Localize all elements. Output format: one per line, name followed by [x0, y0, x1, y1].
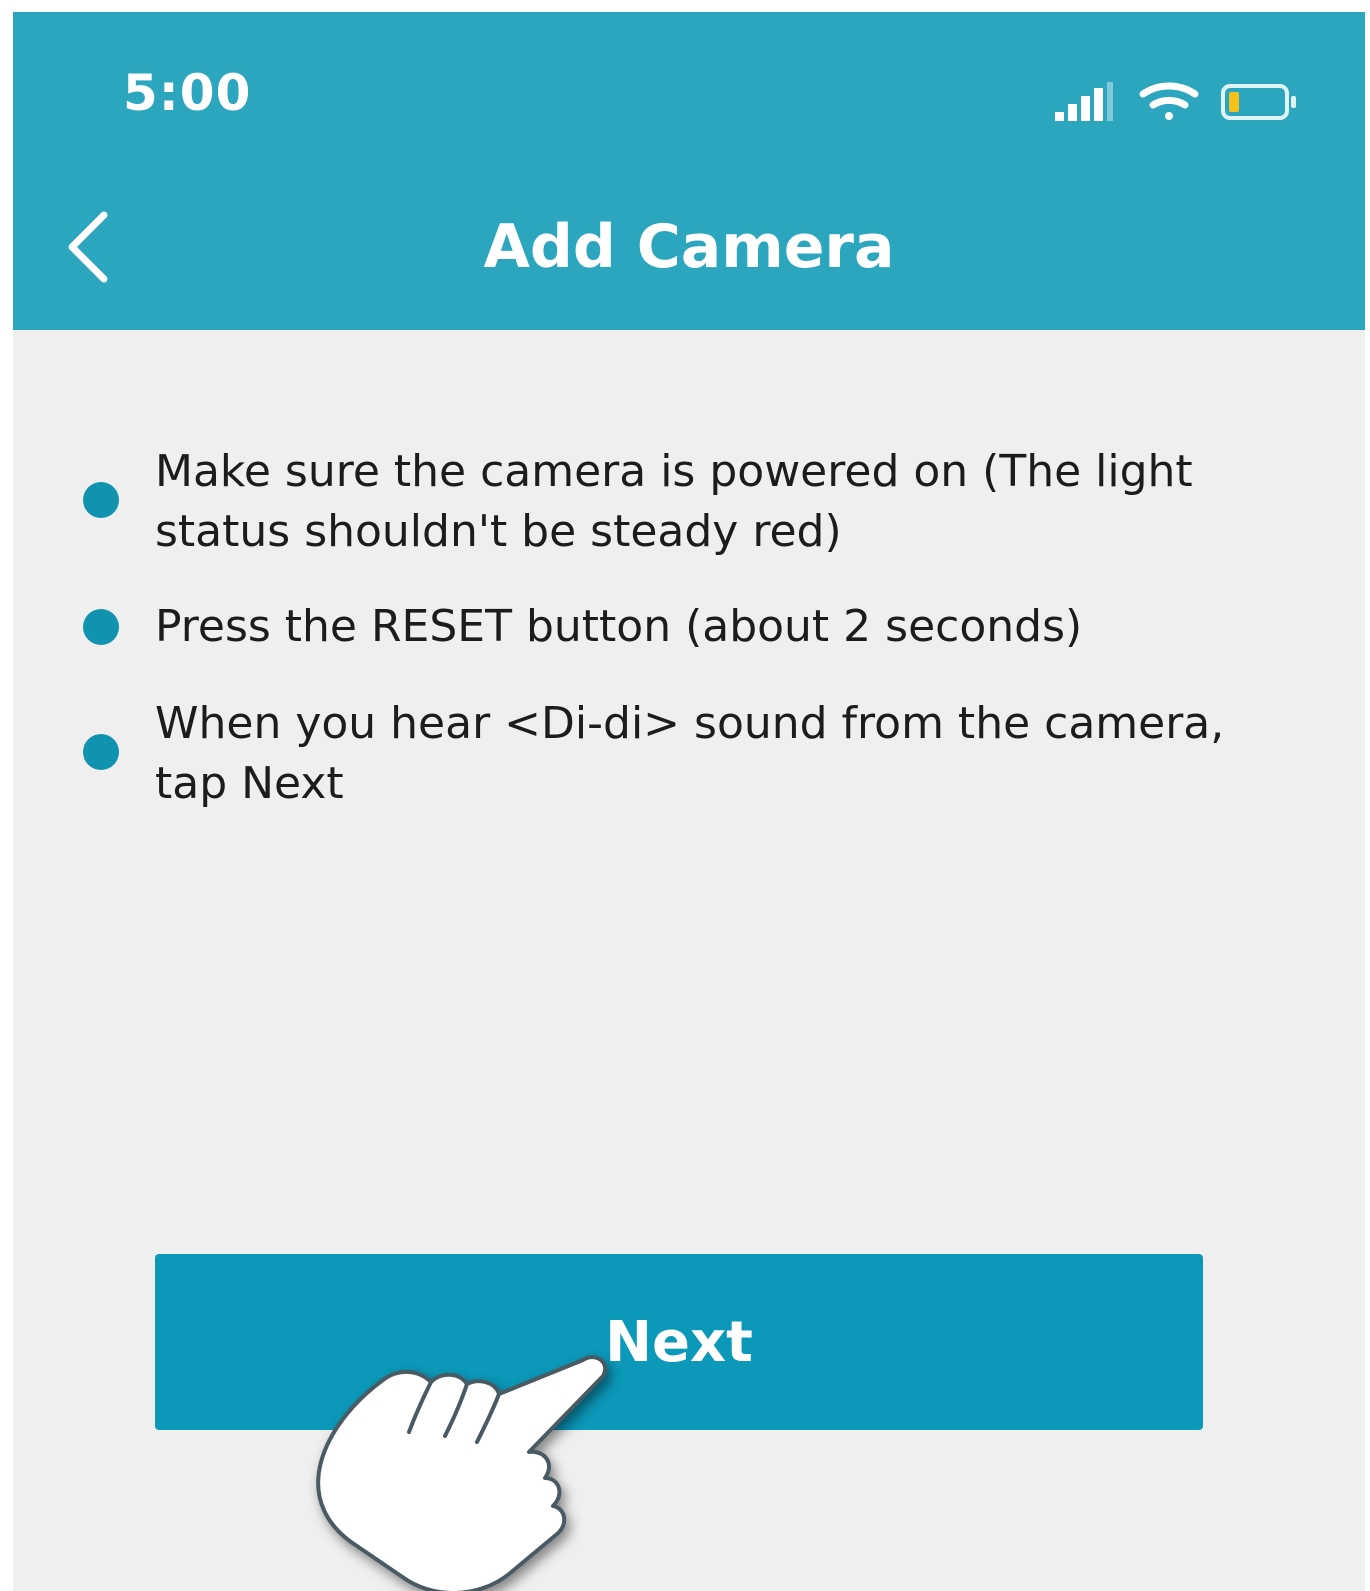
bullet-icon [83, 734, 119, 770]
step-text: Press the RESET button (about 2 seconds) [155, 601, 1083, 652]
bullet-icon [83, 482, 119, 518]
step-text: Make sure the camera is powered on (The … [155, 446, 1193, 557]
page-title: Add Camera [483, 212, 895, 282]
next-button[interactable]: Next [155, 1254, 1203, 1430]
bullet-icon [83, 609, 119, 645]
next-button-label: Next [605, 1310, 753, 1375]
step-text: When you hear <Di-di> sound from the cam… [155, 698, 1225, 809]
wifi-icon [1139, 82, 1199, 120]
status-icons [1055, 82, 1296, 121]
status-time: 5:00 [123, 64, 252, 122]
app-header: 5:00 Add Camera [13, 12, 1365, 330]
battery-low-icon [1221, 84, 1296, 120]
phone-screen: 5:00 Add Camera Make sure the camera is … [13, 12, 1365, 1591]
cellular-signal-icon [1055, 82, 1113, 121]
